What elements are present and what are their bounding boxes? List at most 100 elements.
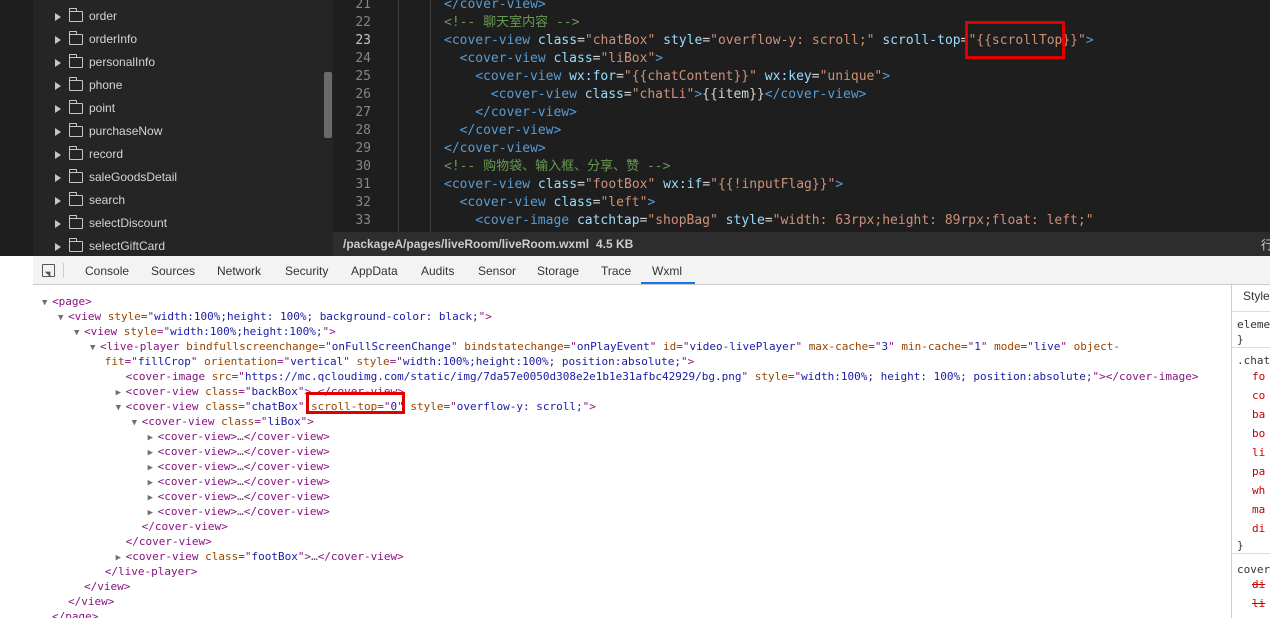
chevron-right-icon[interactable] xyxy=(55,82,61,90)
wxml-node[interactable]: ▼ <page> xyxy=(42,294,92,309)
expand-down-icon[interactable]: ▼ xyxy=(42,296,52,311)
code-token: <cover-image xyxy=(475,213,577,228)
tab-network[interactable]: Network xyxy=(217,264,261,278)
tab-wxml[interactable]: Wxml xyxy=(652,264,682,278)
wxml-token: class xyxy=(205,400,239,413)
wxml-node[interactable]: </page> xyxy=(42,609,98,618)
tree-item-record[interactable]: record xyxy=(33,144,323,167)
wxml-node[interactable]: <cover-image src="https://mc.qcloudimg.c… xyxy=(116,369,1199,384)
wxml-node[interactable]: </cover-view> xyxy=(116,534,212,549)
wxml-node[interactable]: ▶ <cover-view>…</cover-view> xyxy=(148,489,330,504)
wxml-node[interactable]: </view> xyxy=(74,579,130,594)
tree-item-search[interactable]: search xyxy=(33,190,323,213)
chevron-right-icon[interactable] xyxy=(55,151,61,159)
file-tree-scrollbar[interactable] xyxy=(324,72,332,138)
line-number: 22 xyxy=(355,15,371,30)
wxml-node[interactable]: </cover-view> xyxy=(132,519,228,534)
tab-storage[interactable]: Storage xyxy=(537,264,579,278)
folder-icon xyxy=(68,100,83,114)
wxml-node[interactable]: </view> xyxy=(58,594,114,609)
wxml-node[interactable]: </live-player> xyxy=(95,564,198,579)
code-text: </cover-view> xyxy=(444,0,546,14)
code-line: 33 <cover-image catchtap="shopBag" style=… xyxy=(333,212,1270,230)
chevron-right-icon[interactable] xyxy=(55,220,61,228)
tree-item-point[interactable]: point xyxy=(33,98,323,121)
code-token: "chatLi" xyxy=(631,87,695,102)
style-line: pa xyxy=(1252,465,1266,478)
tab-trace[interactable]: Trace xyxy=(601,264,631,278)
wxml-node[interactable]: ▶ <cover-view>…</cover-view> xyxy=(148,459,330,474)
code-text: <cover-view class="liBox"> xyxy=(460,50,664,68)
wxml-token: <cover-view> xyxy=(157,505,238,518)
wxml-node[interactable]: ▼ <live-player bindfullscreenchange="onFu… xyxy=(90,339,1120,354)
wxml-token: <cover-view> xyxy=(157,445,238,458)
wxml-token: onPlayEvent xyxy=(576,340,650,353)
chevron-right-icon[interactable] xyxy=(55,243,61,251)
inspect-element-icon[interactable] xyxy=(42,264,55,277)
expand-down-icon[interactable]: ▼ xyxy=(116,401,126,416)
code-token: = xyxy=(764,213,773,228)
style-line: } xyxy=(1237,333,1244,346)
wxml-token: </live-player> xyxy=(104,565,198,578)
wxml-token: <view xyxy=(84,325,124,338)
tree-item-personalinfo[interactable]: personalInfo xyxy=(33,52,323,75)
wxml-node[interactable]: ▶ <cover-view>…</cover-view> xyxy=(148,504,330,519)
tree-item-phone[interactable]: phone xyxy=(33,75,323,98)
tab-appdata[interactable]: AppData xyxy=(351,264,398,278)
chevron-right-icon[interactable] xyxy=(55,197,61,205)
style-line: fo xyxy=(1252,370,1266,383)
tab-audits[interactable]: Audits xyxy=(421,264,454,278)
wxml-node[interactable]: ▶ <cover-view class="footBox">…</cover-vi… xyxy=(116,549,404,564)
wxml-token: overflow-y: scroll; xyxy=(456,400,583,413)
chevron-right-icon[interactable] xyxy=(55,36,61,44)
code-token: scroll-top xyxy=(874,33,961,48)
tab-sensor[interactable]: Sensor xyxy=(478,264,516,278)
tab-security[interactable]: Security xyxy=(285,264,328,278)
tree-item-orderinfo[interactable]: orderInfo xyxy=(33,29,323,52)
expand-down-icon[interactable]: ▼ xyxy=(58,311,68,326)
wxml-token: =" xyxy=(868,340,882,353)
tree-item-selectdiscount[interactable]: selectDiscount xyxy=(33,213,323,236)
chevron-right-icon[interactable] xyxy=(55,59,61,67)
highlight-box-wxml xyxy=(306,392,405,414)
tree-item-selectgiftcard[interactable]: selectGiftCard xyxy=(33,236,323,256)
code-token: "width: 63rpx;height: 89rpx;float: left;… xyxy=(772,213,1094,228)
wxml-node[interactable]: fit="fillCrop" orientation="vertical" st… xyxy=(95,354,694,369)
code-editor[interactable]: 21 </cover-view> 22 <!-- 聊天室内容 --> 23 <cover-… xyxy=(333,0,1270,232)
chevron-right-icon[interactable] xyxy=(55,13,61,21)
wxml-token: =" xyxy=(563,340,577,353)
wxml-node[interactable]: ▶ <cover-view>…</cover-view> xyxy=(148,429,330,444)
wxml-token: … xyxy=(237,430,244,443)
wxml-token: mode xyxy=(994,340,1021,353)
code-token: <cover-view xyxy=(459,51,554,66)
code-line: 21 </cover-view> xyxy=(333,0,1270,14)
line-number: 32 xyxy=(355,195,371,210)
tree-item-order[interactable]: order xyxy=(33,6,323,29)
chevron-right-icon[interactable] xyxy=(55,174,61,182)
tree-item-purchasenow[interactable]: purchaseNow xyxy=(33,121,323,144)
expand-down-icon[interactable]: ▼ xyxy=(132,416,142,431)
expand-down-icon[interactable]: ▼ xyxy=(74,326,84,341)
chevron-right-icon[interactable] xyxy=(55,128,61,136)
code-token: "{{chatContent}}" xyxy=(623,69,757,84)
code-line: 30 <!-- 购物袋、输入框、分享、赞 --> xyxy=(333,158,1270,176)
code-line: 22 <!-- 聊天室内容 --> xyxy=(333,14,1270,32)
chevron-right-icon[interactable] xyxy=(55,105,61,113)
code-text: <!-- 购物袋、输入框、分享、赞 --> xyxy=(444,158,670,176)
wxml-node[interactable]: ▼ <cover-view class="liBox"> xyxy=(132,414,314,429)
tree-item-label: personalInfo xyxy=(89,55,156,69)
editor-area: order orderInfo personalInfo phone point purc… xyxy=(0,0,1270,256)
tree-item-salegoodsdetail[interactable]: saleGoodsDetail xyxy=(33,167,323,190)
code-token: style xyxy=(655,33,703,48)
code-token: <!-- 购物袋、输入框、分享、赞 --> xyxy=(444,159,671,174)
wxml-token: =" xyxy=(156,325,171,338)
wxml-node[interactable]: ▶ <cover-view>…</cover-view> xyxy=(148,444,330,459)
wxml-token: =" xyxy=(389,355,403,368)
wxml-node[interactable]: ▼ <view style="width:100%;height: 100%; b… xyxy=(58,309,492,324)
tab-sources[interactable]: Sources xyxy=(151,264,195,278)
wxml-token: </view> xyxy=(84,580,131,593)
tab-console[interactable]: Console xyxy=(85,264,129,278)
code-token: > xyxy=(694,87,703,102)
wxml-node[interactable]: ▶ <cover-view>…</cover-view> xyxy=(148,474,330,489)
wxml-node[interactable]: ▼ <view style="width:100%;height:100%;"> xyxy=(74,324,336,339)
